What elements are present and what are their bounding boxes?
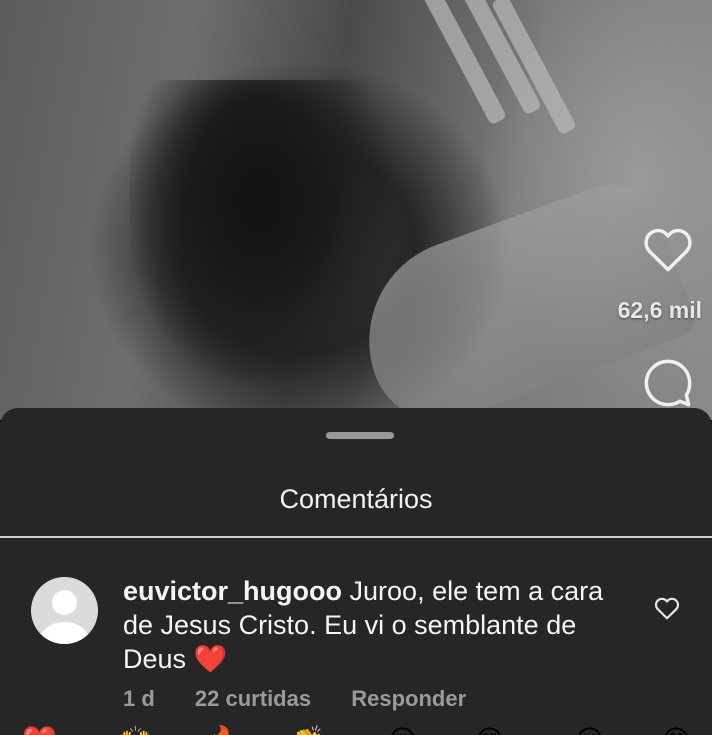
comment-bubble-icon[interactable]	[642, 357, 694, 409]
reply-button[interactable]: Responder	[351, 686, 466, 711]
heart-emoji: ❤️	[193, 644, 228, 674]
heart-outline-icon[interactable]	[642, 225, 694, 273]
video-player[interactable]: 62,6 mil	[0, 0, 712, 420]
comment-time: 1 d	[123, 686, 155, 711]
video-subject	[130, 80, 390, 380]
drag-handle[interactable]	[326, 432, 394, 439]
like-count: 62,6 mil	[617, 297, 702, 323]
comment-meta: 1 d 22 curtidas Responder	[123, 686, 683, 712]
avatar-placeholder-body	[39, 622, 90, 644]
reaction-fire[interactable]: 🔥	[205, 726, 240, 735]
reaction-heart[interactable]: ❤️	[22, 726, 57, 735]
quick-reactions-bar: ❤️ 🙌 🔥 👏 😢 😍 😮 😂	[0, 726, 712, 735]
comments-sheet: Comentários euvictor_hugooo Juroo, ele t…	[0, 408, 712, 735]
sheet-title: Comentários	[279, 484, 433, 514]
reaction-raised-hands[interactable]: 🙌	[118, 726, 153, 735]
divider	[0, 536, 712, 538]
reaction-heart-eyes[interactable]: 😍	[475, 726, 504, 735]
comment-username[interactable]: euvictor_hugooo	[123, 576, 342, 606]
reaction-clap[interactable]: 👏	[290, 726, 325, 735]
comment-like-heart-icon[interactable]	[654, 596, 680, 620]
comment-text: euvictor_hugooo Juroo, ele tem a cara de…	[123, 574, 633, 676]
reaction-surprised[interactable]: 😮	[575, 726, 604, 735]
reaction-laughing[interactable]: 😂	[660, 726, 693, 735]
comment-likes[interactable]: 22 curtidas	[195, 686, 311, 711]
avatar[interactable]	[31, 577, 98, 644]
avatar-placeholder-head	[52, 590, 77, 615]
reaction-crying[interactable]: 😢	[388, 726, 417, 735]
